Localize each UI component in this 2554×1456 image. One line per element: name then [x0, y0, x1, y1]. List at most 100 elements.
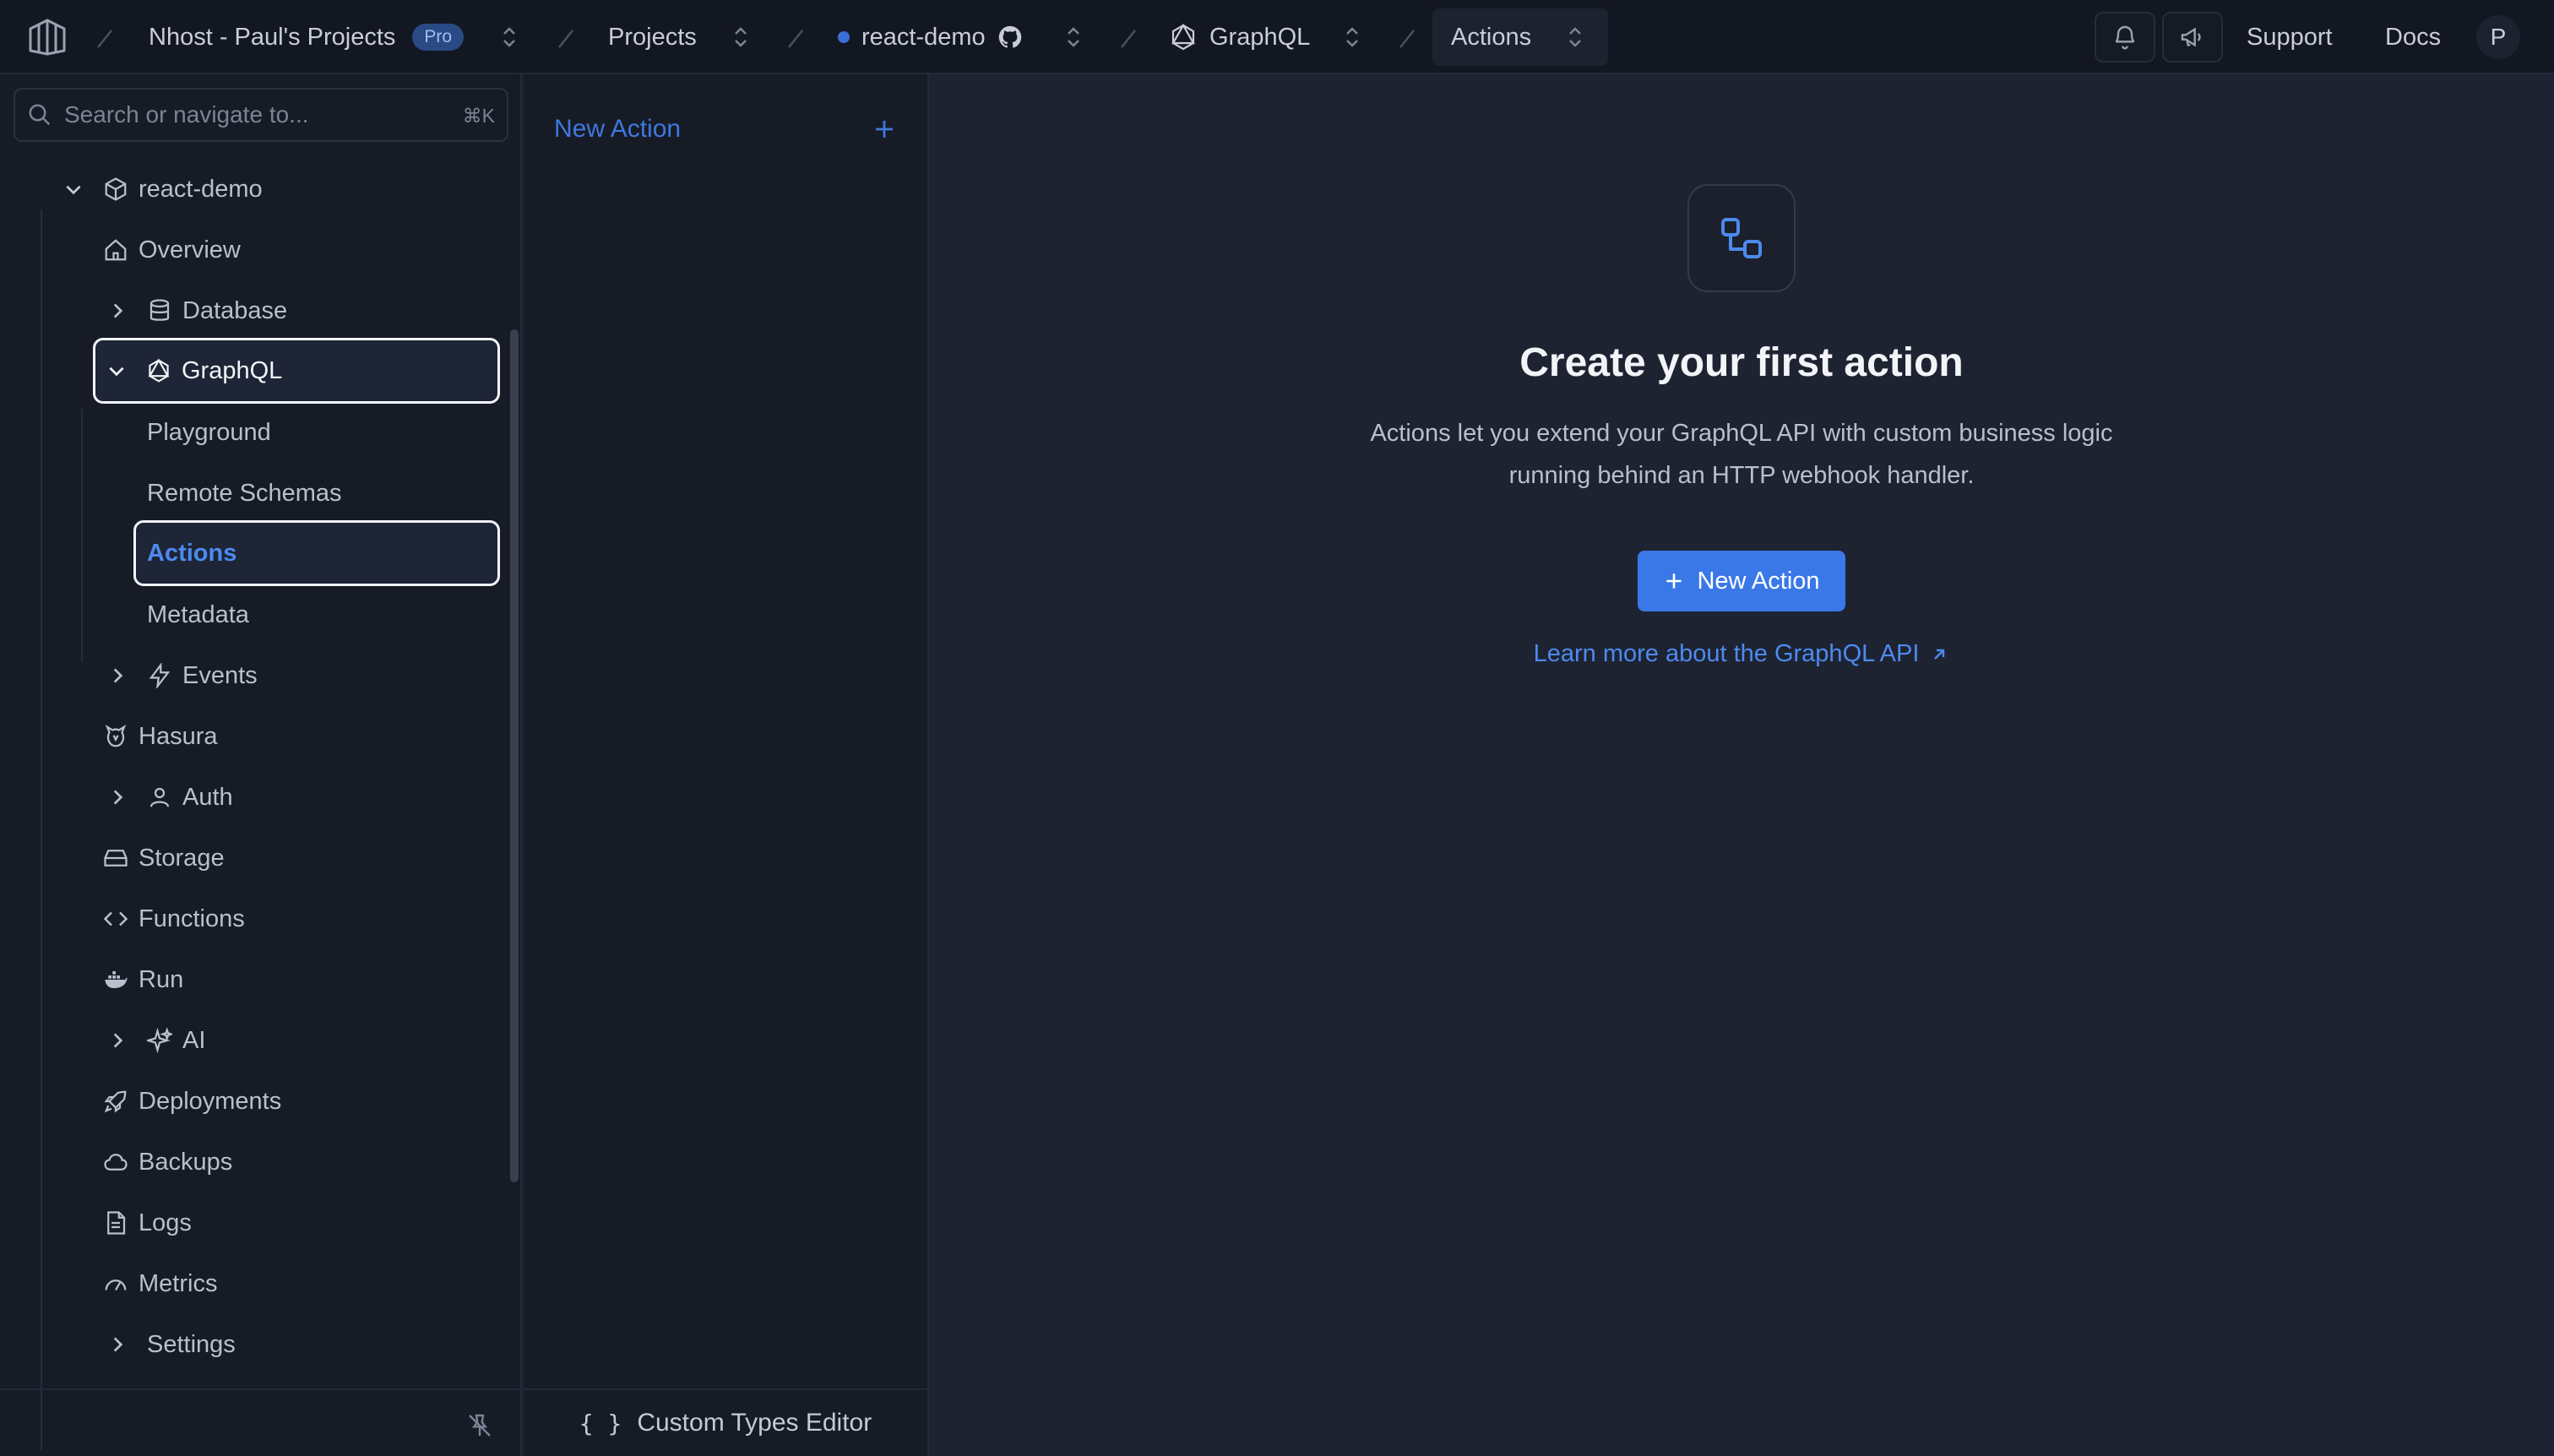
main-content: Create your first action Actions let you…	[931, 74, 2554, 1456]
home-icon	[105, 239, 127, 261]
custom-types-label: Custom Types Editor	[637, 1409, 872, 1437]
breadcrumb-service[interactable]: GraphQL	[1169, 0, 1310, 74]
breadcrumb-projects[interactable]: Projects	[608, 0, 697, 74]
graphql-icon	[148, 358, 170, 383]
sidebar-item-label: Hasura	[139, 722, 218, 750]
service-name: GraphQL	[1209, 23, 1311, 51]
chevron-right-icon[interactable]	[106, 1334, 128, 1355]
chevron-down-icon[interactable]	[62, 178, 84, 200]
sidebar-item-metrics[interactable]: Metrics	[103, 1253, 217, 1314]
chevron-up-down-icon[interactable]	[1341, 24, 1363, 51]
external-link-arrow-icon	[1934, 649, 1945, 660]
announcements-button[interactable]	[2162, 12, 2223, 62]
gauge-icon	[105, 1279, 127, 1291]
breadcrumb-page[interactable]: Actions	[1451, 0, 1531, 74]
projects-label: Projects	[608, 23, 697, 51]
sidebar-item-database[interactable]: Database	[106, 280, 287, 341]
sidebar-item-remote-schemas[interactable]: Remote Schemas	[147, 463, 342, 524]
support-link[interactable]: Support	[2247, 0, 2333, 74]
file-text-icon	[107, 1211, 126, 1235]
project-name: react-demo	[861, 23, 986, 51]
new-action-button-label: New Action	[1697, 567, 1820, 595]
sparkles-icon	[147, 1028, 172, 1053]
sidebar-item-ai[interactable]: AI	[106, 1010, 205, 1071]
plus-icon	[1666, 573, 1682, 589]
breadcrumb-separator-icon	[1399, 30, 1415, 48]
chevron-up-down-icon[interactable]	[1062, 24, 1084, 51]
breadcrumb-separator-icon	[1121, 30, 1136, 48]
sidebar-item-label: react-demo	[139, 175, 263, 203]
top-bar: Nhost - Paul's Projects Pro Projects rea…	[0, 0, 2554, 74]
sidebar-item-events[interactable]: Events	[106, 645, 258, 706]
sidebar-item-metadata[interactable]: Metadata	[147, 584, 249, 645]
sidebar-item-label: GraphQL	[182, 356, 283, 384]
unpin-icon[interactable]	[466, 1412, 493, 1439]
search-input[interactable]	[64, 101, 453, 128]
chevron-right-icon[interactable]	[106, 786, 128, 808]
braces-icon: { }	[579, 1409, 622, 1437]
sidebar-item-playground[interactable]: Playground	[147, 402, 271, 463]
rocket-icon	[104, 1090, 127, 1113]
sidebar-item-actions[interactable]: Actions	[133, 520, 500, 586]
sidebar-item-deployments[interactable]: Deployments	[103, 1071, 281, 1132]
chevron-right-icon[interactable]	[106, 665, 128, 687]
chevron-up-down-icon[interactable]	[498, 24, 520, 51]
breadcrumb-separator-icon	[558, 30, 573, 48]
bell-icon	[2115, 25, 2135, 50]
sidebar-item-label: Database	[182, 296, 288, 324]
hard-drive-icon	[104, 850, 128, 867]
search-icon	[29, 104, 51, 126]
sidebar-footer	[0, 1388, 520, 1456]
sidebar-item-storage[interactable]: Storage	[103, 828, 225, 888]
sidebar-item-run[interactable]: Run	[103, 949, 183, 1010]
cube-icon	[105, 177, 127, 201]
custom-types-editor-button[interactable]: { } Custom Types Editor	[524, 1388, 927, 1456]
avatar[interactable]: P	[2476, 15, 2520, 59]
breadcrumb-org[interactable]: Nhost - Paul's Projects Pro	[149, 0, 465, 74]
search-box[interactable]: ⌘K	[14, 88, 508, 142]
sidebar-item-label: Overview	[139, 236, 241, 263]
sidebar-item-overview[interactable]: Overview	[103, 220, 241, 280]
sidebar-item-backups[interactable]: Backups	[103, 1132, 232, 1193]
chevron-right-icon[interactable]	[106, 1030, 128, 1051]
sidebar-item-functions[interactable]: Functions	[103, 888, 245, 949]
nhost-logo-icon[interactable]	[25, 15, 69, 59]
breadcrumb-separator-icon	[97, 30, 112, 48]
sidebar-item-label: Logs	[139, 1209, 192, 1236]
breadcrumb-separator-icon	[788, 30, 803, 48]
sidebar-item-hasura[interactable]: Hasura	[103, 706, 218, 767]
sidebar-item-auth[interactable]: Auth	[106, 767, 233, 828]
sidebar-item-settings[interactable]: Settings	[106, 1314, 236, 1375]
hasura-icon	[105, 725, 127, 747]
learn-more-link[interactable]: Learn more about the GraphQL API	[931, 640, 2552, 668]
docs-link[interactable]: Docs	[2385, 0, 2441, 74]
sidebar-item-label: Playground	[147, 418, 271, 446]
chevron-up-down-icon[interactable]	[1564, 24, 1586, 51]
sidebar-item-label: Settings	[147, 1330, 236, 1358]
notifications-button[interactable]	[2095, 12, 2155, 62]
breadcrumb-project[interactable]: react-demo	[838, 0, 1023, 74]
sidebar-item-logs[interactable]: Logs	[103, 1193, 192, 1253]
actions-list-panel: New Action { } Custom Types Editor	[524, 74, 929, 1456]
code-icon	[103, 911, 128, 926]
sidebar-item-graphql[interactable]: GraphQL	[93, 338, 500, 404]
chevron-up-down-icon[interactable]	[730, 24, 752, 51]
sidebar-item-label: Run	[139, 965, 184, 993]
docker-icon	[105, 971, 128, 988]
sidebar-item-label: Remote Schemas	[147, 479, 342, 507]
megaphone-icon	[2181, 27, 2201, 47]
plus-icon[interactable]	[872, 117, 897, 142]
sidebar-item-label: Actions	[147, 539, 237, 567]
github-icon[interactable]	[997, 24, 1023, 50]
sidebar-item-project[interactable]: react-demo	[62, 159, 263, 220]
project-status-dot	[838, 31, 850, 43]
chevron-right-icon[interactable]	[106, 300, 128, 322]
sidebar-scrollbar[interactable]	[510, 329, 519, 1182]
new-action-button[interactable]: New Action	[1638, 551, 1845, 611]
tree-guide-line	[41, 209, 42, 1451]
new-action-link[interactable]: New Action	[554, 115, 681, 144]
org-name: Nhost - Paul's Projects	[149, 23, 396, 51]
user-icon	[149, 787, 170, 807]
chevron-down-icon[interactable]	[106, 360, 128, 382]
actions-icon	[1687, 184, 1796, 292]
